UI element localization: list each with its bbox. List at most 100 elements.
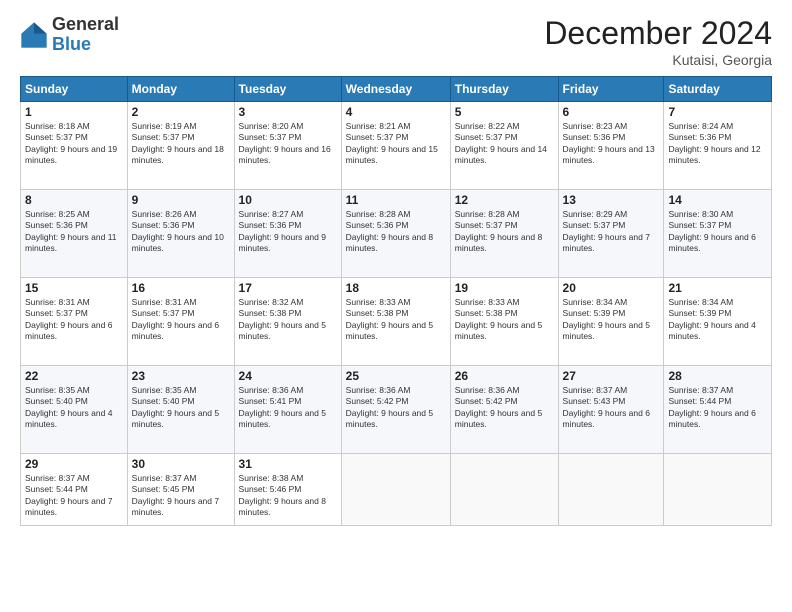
day-info: Sunrise: 8:38 AMSunset: 5:46 PMDaylight:… bbox=[239, 473, 337, 519]
calendar-cell bbox=[558, 454, 664, 526]
calendar-cell: 26 Sunrise: 8:36 AMSunset: 5:42 PMDayligh… bbox=[450, 366, 558, 454]
day-number: 3 bbox=[239, 105, 337, 119]
day-number: 30 bbox=[132, 457, 230, 471]
day-info: Sunrise: 8:35 AMSunset: 5:40 PMDaylight:… bbox=[25, 385, 123, 431]
calendar-cell bbox=[450, 454, 558, 526]
day-number: 10 bbox=[239, 193, 337, 207]
day-info: Sunrise: 8:21 AMSunset: 5:37 PMDaylight:… bbox=[346, 121, 446, 167]
day-info: Sunrise: 8:28 AMSunset: 5:37 PMDaylight:… bbox=[455, 209, 554, 255]
calendar-cell: 15Sunrise: 8:31 AMSunset: 5:37 PMDayligh… bbox=[21, 278, 128, 366]
calendar-cell: 21 Sunrise: 8:34 AMSunset: 5:39 PMDayligh… bbox=[664, 278, 772, 366]
day-number: 25 bbox=[346, 369, 446, 383]
day-number: 12 bbox=[455, 193, 554, 207]
day-info: Sunrise: 8:30 AMSunset: 5:37 PMDaylight:… bbox=[668, 209, 767, 255]
day-number: 22 bbox=[25, 369, 123, 383]
day-number: 2 bbox=[132, 105, 230, 119]
day-info: Sunrise: 8:28 AMSunset: 5:36 PMDaylight:… bbox=[346, 209, 446, 255]
day-number: 16 bbox=[132, 281, 230, 295]
calendar-cell: 3Sunrise: 8:20 AMSunset: 5:37 PMDaylight… bbox=[234, 102, 341, 190]
calendar-cell: 11Sunrise: 8:28 AMSunset: 5:36 PMDayligh… bbox=[341, 190, 450, 278]
calendar-cell: 13 Sunrise: 8:29 AMSunset: 5:37 PMDayligh… bbox=[558, 190, 664, 278]
calendar-cell: 10 Sunrise: 8:27 AMSunset: 5:36 PMDayligh… bbox=[234, 190, 341, 278]
day-info: Sunrise: 8:37 AMSunset: 5:43 PMDaylight:… bbox=[563, 385, 660, 431]
day-info: Sunrise: 8:26 AMSunset: 5:36 PMDaylight:… bbox=[132, 209, 230, 255]
page: General Blue December 2024 Kutaisi, Geor… bbox=[0, 0, 792, 612]
logo: General Blue bbox=[20, 15, 119, 55]
day-info: Sunrise: 8:24 AMSunset: 5:36 PMDaylight:… bbox=[668, 121, 767, 167]
calendar-week-row: 22 Sunrise: 8:35 AMSunset: 5:40 PMDayligh… bbox=[21, 366, 772, 454]
calendar-cell: 12 Sunrise: 8:28 AMSunset: 5:37 PMDayligh… bbox=[450, 190, 558, 278]
day-header-saturday: Saturday bbox=[664, 77, 772, 102]
calendar-cell: 17 Sunrise: 8:32 AMSunset: 5:38 PMDayligh… bbox=[234, 278, 341, 366]
calendar-cell: 8Sunrise: 8:25 AMSunset: 5:36 PMDaylight… bbox=[21, 190, 128, 278]
logo-icon bbox=[20, 21, 48, 49]
calendar-cell: 18Sunrise: 8:33 AMSunset: 5:38 PMDayligh… bbox=[341, 278, 450, 366]
day-info: Sunrise: 8:19 AMSunset: 5:37 PMDaylight:… bbox=[132, 121, 230, 167]
day-info: Sunrise: 8:31 AMSunset: 5:37 PMDaylight:… bbox=[132, 297, 230, 343]
day-number: 9 bbox=[132, 193, 230, 207]
calendar-cell: 5Sunrise: 8:22 AMSunset: 5:37 PMDaylight… bbox=[450, 102, 558, 190]
calendar-cell: 1Sunrise: 8:18 AMSunset: 5:37 PMDaylight… bbox=[21, 102, 128, 190]
day-number: 19 bbox=[455, 281, 554, 295]
day-header-monday: Monday bbox=[127, 77, 234, 102]
day-info: Sunrise: 8:33 AMSunset: 5:38 PMDaylight:… bbox=[346, 297, 446, 343]
day-number: 4 bbox=[346, 105, 446, 119]
day-number: 28 bbox=[668, 369, 767, 383]
day-info: Sunrise: 8:23 AMSunset: 5:36 PMDaylight:… bbox=[563, 121, 660, 167]
day-number: 7 bbox=[668, 105, 767, 119]
day-number: 6 bbox=[563, 105, 660, 119]
day-info: Sunrise: 8:22 AMSunset: 5:37 PMDaylight:… bbox=[455, 121, 554, 167]
day-info: Sunrise: 8:32 AMSunset: 5:38 PMDaylight:… bbox=[239, 297, 337, 343]
calendar-header-row: SundayMondayTuesdayWednesdayThursdayFrid… bbox=[21, 77, 772, 102]
location: Kutaisi, Georgia bbox=[544, 52, 772, 68]
calendar-cell: 7 Sunrise: 8:24 AMSunset: 5:36 PMDaylight… bbox=[664, 102, 772, 190]
day-header-thursday: Thursday bbox=[450, 77, 558, 102]
day-header-wednesday: Wednesday bbox=[341, 77, 450, 102]
day-number: 8 bbox=[25, 193, 123, 207]
calendar-cell: 14 Sunrise: 8:30 AMSunset: 5:37 PMDayligh… bbox=[664, 190, 772, 278]
calendar-cell bbox=[341, 454, 450, 526]
day-info: Sunrise: 8:37 AMSunset: 5:44 PMDaylight:… bbox=[25, 473, 123, 519]
header: General Blue December 2024 Kutaisi, Geor… bbox=[20, 15, 772, 68]
month-title: December 2024 bbox=[544, 15, 772, 52]
day-header-friday: Friday bbox=[558, 77, 664, 102]
calendar-cell: 27Sunrise: 8:37 AMSunset: 5:43 PMDayligh… bbox=[558, 366, 664, 454]
calendar-cell: 19 Sunrise: 8:33 AMSunset: 5:38 PMDayligh… bbox=[450, 278, 558, 366]
calendar-cell: 31 Sunrise: 8:38 AMSunset: 5:46 PMDayligh… bbox=[234, 454, 341, 526]
day-info: Sunrise: 8:34 AMSunset: 5:39 PMDaylight:… bbox=[668, 297, 767, 343]
day-info: Sunrise: 8:37 AMSunset: 5:44 PMDaylight:… bbox=[668, 385, 767, 431]
calendar-cell: 25 Sunrise: 8:36 AMSunset: 5:42 PMDayligh… bbox=[341, 366, 450, 454]
logo-general: General bbox=[52, 15, 119, 35]
day-header-sunday: Sunday bbox=[21, 77, 128, 102]
day-info: Sunrise: 8:33 AMSunset: 5:38 PMDaylight:… bbox=[455, 297, 554, 343]
calendar-cell bbox=[664, 454, 772, 526]
calendar: SundayMondayTuesdayWednesdayThursdayFrid… bbox=[20, 76, 772, 526]
day-info: Sunrise: 8:36 AMSunset: 5:41 PMDaylight:… bbox=[239, 385, 337, 431]
calendar-cell: 29 Sunrise: 8:37 AMSunset: 5:44 PMDayligh… bbox=[21, 454, 128, 526]
day-number: 13 bbox=[563, 193, 660, 207]
calendar-cell: 22 Sunrise: 8:35 AMSunset: 5:40 PMDayligh… bbox=[21, 366, 128, 454]
day-number: 31 bbox=[239, 457, 337, 471]
day-number: 29 bbox=[25, 457, 123, 471]
calendar-week-row: 8Sunrise: 8:25 AMSunset: 5:36 PMDaylight… bbox=[21, 190, 772, 278]
calendar-cell: 6 Sunrise: 8:23 AMSunset: 5:36 PMDaylight… bbox=[558, 102, 664, 190]
day-info: Sunrise: 8:34 AMSunset: 5:39 PMDaylight:… bbox=[563, 297, 660, 343]
day-header-tuesday: Tuesday bbox=[234, 77, 341, 102]
day-info: Sunrise: 8:29 AMSunset: 5:37 PMDaylight:… bbox=[563, 209, 660, 255]
day-number: 21 bbox=[668, 281, 767, 295]
calendar-week-row: 29 Sunrise: 8:37 AMSunset: 5:44 PMDayligh… bbox=[21, 454, 772, 526]
day-number: 1 bbox=[25, 105, 123, 119]
day-info: Sunrise: 8:27 AMSunset: 5:36 PMDaylight:… bbox=[239, 209, 337, 255]
day-number: 20 bbox=[563, 281, 660, 295]
calendar-cell: 4 Sunrise: 8:21 AMSunset: 5:37 PMDaylight… bbox=[341, 102, 450, 190]
calendar-week-row: 15Sunrise: 8:31 AMSunset: 5:37 PMDayligh… bbox=[21, 278, 772, 366]
calendar-cell: 2 Sunrise: 8:19 AMSunset: 5:37 PMDaylight… bbox=[127, 102, 234, 190]
day-number: 17 bbox=[239, 281, 337, 295]
day-number: 26 bbox=[455, 369, 554, 383]
calendar-cell: 16 Sunrise: 8:31 AMSunset: 5:37 PMDayligh… bbox=[127, 278, 234, 366]
day-info: Sunrise: 8:31 AMSunset: 5:37 PMDaylight:… bbox=[25, 297, 123, 343]
day-info: Sunrise: 8:36 AMSunset: 5:42 PMDaylight:… bbox=[346, 385, 446, 431]
day-number: 14 bbox=[668, 193, 767, 207]
day-info: Sunrise: 8:35 AMSunset: 5:40 PMDaylight:… bbox=[132, 385, 230, 431]
day-info: Sunrise: 8:36 AMSunset: 5:42 PMDaylight:… bbox=[455, 385, 554, 431]
